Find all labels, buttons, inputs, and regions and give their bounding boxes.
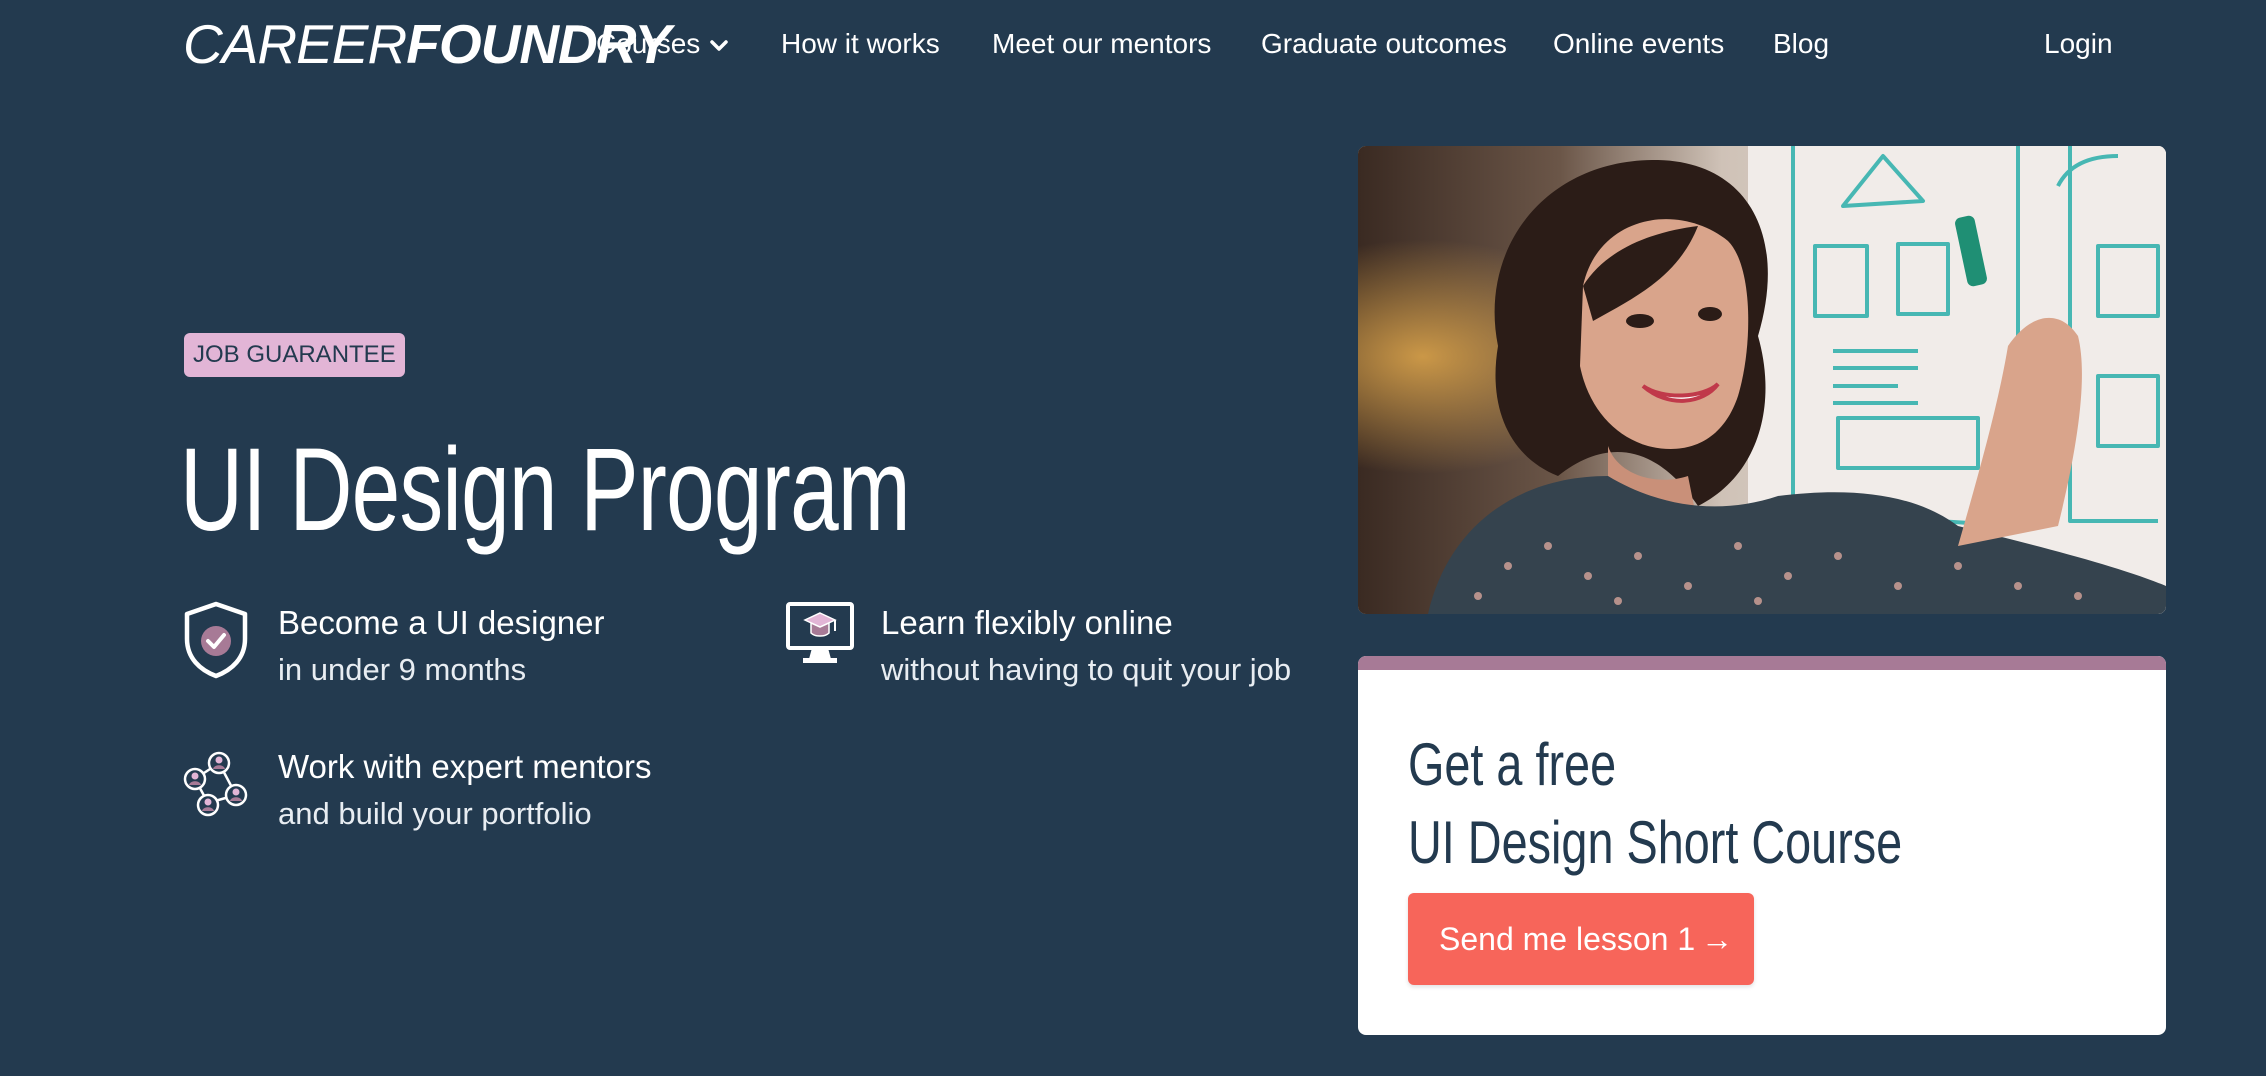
mentor-network-icon [183, 751, 248, 817]
send-lesson-button-label: Send me lesson 1 [1439, 921, 1696, 957]
nav-how-it-works[interactable]: How it works [781, 26, 940, 62]
feature-title: Work with expert mentors [278, 748, 652, 785]
nav-courses-label: Courses [596, 28, 701, 59]
send-lesson-button[interactable]: Send me lesson 1 → [1408, 893, 1754, 985]
shield-check-icon [184, 601, 248, 679]
nav-online-events[interactable]: Online events [1553, 26, 1724, 62]
nav-graduate-outcomes[interactable]: Graduate outcomes [1261, 26, 1507, 62]
arrow-right-icon: → [1701, 921, 1734, 957]
nav-meet-our-mentors[interactable]: Meet our mentors [992, 26, 1211, 62]
feature-subtitle: in under 9 months [278, 652, 527, 687]
feature-title: Become a UI designer [278, 604, 605, 641]
login-link[interactable]: Login [2044, 26, 2113, 62]
monitor-graduation-icon [786, 602, 854, 663]
nav-blog[interactable]: Blog [1773, 26, 1829, 62]
designer-at-whiteboard-image [1358, 146, 2166, 614]
card-title: Get a free UI Design Short Course [1408, 726, 1902, 882]
page-title: UI Design Program [180, 424, 911, 556]
hero-photo [1358, 146, 2166, 614]
nav-courses-dropdown[interactable]: Courses [596, 26, 729, 62]
feature-subtitle: and build your portfolio [278, 796, 592, 831]
card-title-line-2: UI Design Short Course [1408, 809, 1903, 876]
top-navigation: CAREERFOUNDRY Courses How it works Meet … [0, 0, 2266, 92]
chevron-down-icon [710, 40, 729, 51]
card-accent-bar [1358, 656, 2166, 670]
feature-title: Learn flexibly online [881, 604, 1173, 641]
job-guarantee-badge: JOB GUARANTEE [184, 333, 405, 377]
feature-subtitle: without having to quit your job [881, 652, 1292, 687]
card-title-line-1: Get a free [1408, 731, 1617, 798]
free-course-card: Get a free UI Design Short Course Send m… [1358, 656, 2166, 1035]
